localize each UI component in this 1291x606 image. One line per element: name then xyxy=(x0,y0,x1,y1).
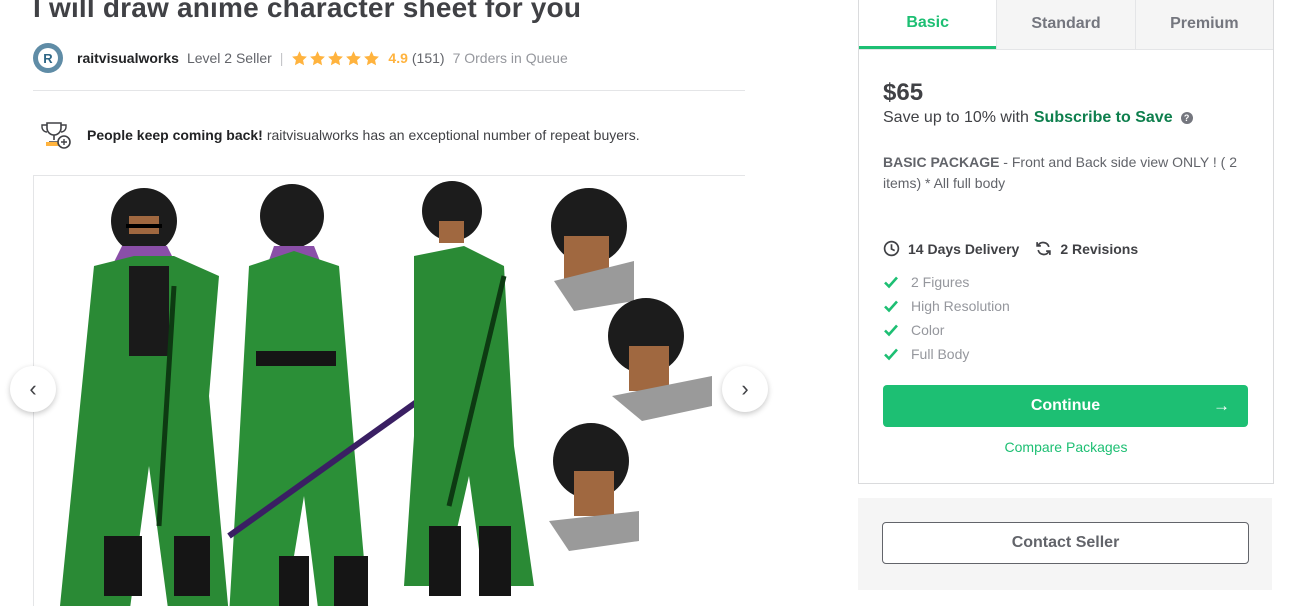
review-count[interactable]: (151) xyxy=(412,50,445,66)
star-icon xyxy=(328,50,344,65)
subscribe-to-save-link[interactable]: Subscribe to Save xyxy=(1034,109,1173,127)
package-price: $65 xyxy=(883,79,924,106)
seller-avatar[interactable]: R xyxy=(33,43,63,73)
tab-basic[interactable]: Basic xyxy=(859,0,997,49)
orders-in-queue: 7 Orders in Queue xyxy=(452,50,568,66)
package-description: BASIC PACKAGE - Front and Back side view… xyxy=(883,152,1249,194)
character-sheet-illustration xyxy=(34,176,746,606)
check-icon xyxy=(884,276,898,289)
seller-name-link[interactable]: raitvisualworks xyxy=(77,50,179,66)
revisions: 2 Revisions xyxy=(1035,240,1138,257)
star-icon xyxy=(346,50,362,65)
continue-label: Continue xyxy=(1030,397,1101,414)
chevron-left-icon: ‹ xyxy=(29,376,37,401)
delivery-label: 14 Days Delivery xyxy=(908,240,1020,257)
gig-gallery-image[interactable] xyxy=(33,176,746,606)
delivery-time: 14 Days Delivery xyxy=(883,240,1019,257)
revisions-label: 2 Revisions xyxy=(1060,240,1139,257)
repeat-buyers-banner: People keep coming back! raitvisualworks… xyxy=(37,120,640,150)
gallery-prev-button[interactable]: ‹ xyxy=(10,366,56,412)
feature-item: Full Body xyxy=(883,342,1010,366)
arrow-right-icon: → xyxy=(1213,396,1230,415)
check-icon xyxy=(884,324,898,337)
package-meta: 14 Days Delivery 2 Revisions xyxy=(883,240,1154,257)
tab-premium[interactable]: Premium xyxy=(1134,0,1273,49)
feature-item: High Resolution xyxy=(883,294,1010,318)
divider xyxy=(33,90,745,91)
check-icon xyxy=(884,300,898,313)
package-description-title: BASIC PACKAGE xyxy=(883,154,1000,170)
star-icon xyxy=(364,50,380,65)
feature-label: High Resolution xyxy=(911,298,1010,314)
package-panel: Basic Standard Premium $65 Save up to 10… xyxy=(858,0,1274,484)
continue-button[interactable]: Continue → xyxy=(883,385,1248,427)
star-icon xyxy=(310,50,326,65)
seller-overview: R raitvisualworks Level 2 Seller | 4.9 (… xyxy=(33,42,753,74)
feature-item: 2 Figures xyxy=(883,270,1010,294)
refresh-icon xyxy=(1036,241,1052,256)
gig-title: I will draw anime character sheet for yo… xyxy=(33,0,582,23)
rating-score: 4.9 xyxy=(388,50,408,66)
feature-item: Color xyxy=(883,318,1010,342)
repeat-buyers-text: raitvisualworks has an exceptional numbe… xyxy=(266,127,640,143)
contact-seller-button[interactable]: Contact Seller xyxy=(882,522,1249,564)
avatar-logo: R xyxy=(38,48,58,68)
check-icon xyxy=(884,348,898,361)
repeat-buyers-highlight: People keep coming back! xyxy=(87,127,263,143)
tab-standard[interactable]: Standard xyxy=(996,0,1135,49)
feature-label: Full Body xyxy=(911,346,970,362)
feature-list: 2 Figures High Resolution Color Full Bod… xyxy=(883,270,1010,366)
chevron-right-icon: › xyxy=(741,376,749,401)
package-tabs: Basic Standard Premium xyxy=(859,0,1273,50)
trophy-icon xyxy=(41,122,71,149)
separator: | xyxy=(279,50,284,66)
compare-packages-link[interactable]: Compare Packages xyxy=(859,439,1273,455)
help-icon[interactable]: ? xyxy=(1180,112,1193,124)
star-icon xyxy=(292,50,308,65)
save-text: Save up to 10% with xyxy=(883,109,1029,126)
feature-label: Color xyxy=(911,322,945,338)
gallery-next-button[interactable]: › xyxy=(722,366,768,412)
rating-stars[interactable] xyxy=(291,50,380,67)
clock-icon xyxy=(883,240,900,257)
feature-label: 2 Figures xyxy=(911,274,970,290)
seller-level: Level 2 Seller xyxy=(186,50,272,66)
contact-seller-section: Contact Seller xyxy=(858,498,1272,590)
subscribe-save-line: Save up to 10% with Subscribe to Save ? xyxy=(883,109,1193,127)
